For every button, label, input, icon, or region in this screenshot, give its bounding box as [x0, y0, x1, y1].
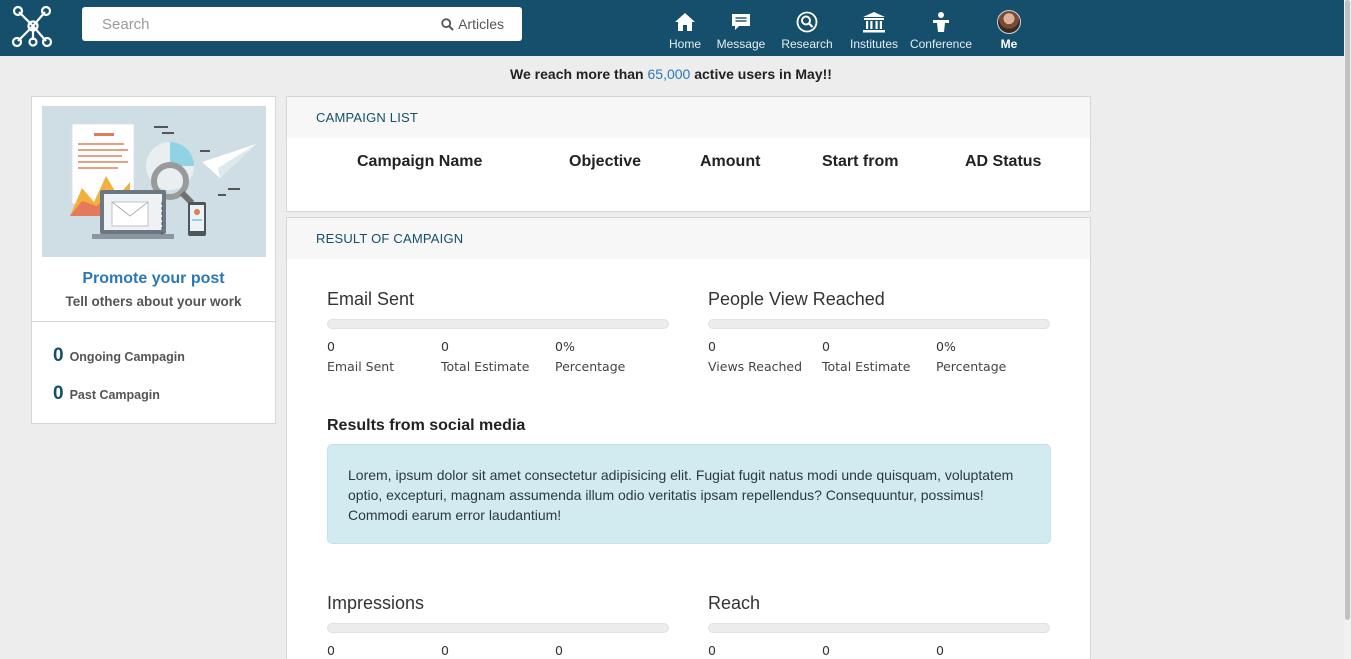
avatar: [997, 9, 1021, 34]
ongoing-campaign-count: 0: [53, 345, 64, 366]
col-objective: Objective: [569, 153, 642, 170]
message-icon: [732, 14, 750, 30]
email-sent-value: 0: [327, 339, 335, 354]
email-sent-title: Email Sent: [327, 289, 415, 309]
past-campaign-count: 0: [53, 383, 64, 404]
past-campaign-label: Past Campagin: [69, 388, 160, 402]
reach-title: Reach: [708, 593, 761, 613]
views-total-label: Total Estimate: [822, 359, 911, 374]
announcement-suffix: active users in May!!: [694, 66, 832, 82]
logo[interactable]: [10, 4, 56, 48]
marketing-illustration-icon: [42, 106, 266, 257]
card-divider: [32, 321, 275, 322]
email-percentage-value: 0%: [555, 339, 575, 354]
views-reached-value: 0: [708, 339, 716, 354]
reach-progress: [708, 623, 1050, 633]
impressions-value-1: 0: [327, 643, 335, 658]
col-amount: Amount: [700, 153, 761, 170]
impressions-progress: [327, 623, 669, 633]
impressions-value-2: 0: [441, 643, 449, 658]
reach-value-3: 0: [936, 643, 944, 658]
vertical-scrollbar[interactable]: [1344, 0, 1351, 659]
nav-message[interactable]: Message: [716, 0, 766, 56]
nav-conference-label: Conference: [909, 37, 973, 51]
scrollbar-thumb[interactable]: [1345, 0, 1350, 620]
nav-message-label: Message: [716, 37, 766, 51]
views-total-value: 0: [822, 339, 830, 354]
search-icon: [441, 17, 454, 31]
views-reached-progress: [708, 319, 1050, 329]
top-navbar: Articles Home Message Resea: [0, 0, 1351, 56]
search-box: Articles: [82, 7, 522, 41]
views-percentage-label: Percentage: [936, 359, 1007, 374]
views-percentage-value: 0%: [936, 339, 956, 354]
col-ad-status: AD Status: [965, 153, 1042, 170]
ongoing-campaign-stat[interactable]: 0 Ongoing Campagin: [53, 345, 185, 367]
nav-me[interactable]: Me: [994, 0, 1024, 56]
impressions-value-3: 0: [555, 643, 563, 658]
campaign-list-panel: CAMPAIGN LIST Campaign Name Objective Am…: [286, 96, 1091, 212]
email-percentage-label: Percentage: [555, 359, 626, 374]
past-campaign-stat[interactable]: 0 Past Campagin: [53, 383, 160, 405]
promote-post-link[interactable]: Promote your post: [32, 270, 275, 288]
nav-conference[interactable]: Conference: [909, 0, 973, 56]
campaign-results-panel: RESULT OF CAMPAIGN Email Sent 0 0 0% Ema…: [286, 217, 1091, 659]
nav-research[interactable]: Research: [781, 0, 833, 56]
results-heading: RESULT OF CAMPAIGN: [287, 218, 1090, 259]
impressions-title: Impressions: [327, 593, 425, 613]
reach-value-1: 0: [708, 643, 716, 658]
social-media-alert: Lorem, ipsum dolor sit amet consectetur …: [327, 444, 1051, 544]
nav-me-label: Me: [1000, 37, 1018, 51]
research-icon: [796, 11, 818, 33]
email-sent-progress: [327, 319, 669, 329]
email-sent-label: Email Sent: [327, 359, 395, 374]
institutes-icon: [863, 12, 885, 33]
nav-home-label: Home: [668, 37, 701, 51]
promotion-illustration: [42, 106, 266, 257]
views-reached-title: People View Reached: [708, 289, 885, 309]
email-total-value: 0: [441, 339, 449, 354]
social-media-title: Results from social media: [327, 417, 526, 434]
reach-value-2: 0: [822, 643, 830, 658]
ongoing-campaign-label: Ongoing Campagin: [69, 350, 185, 364]
search-articles-button[interactable]: Articles: [441, 7, 504, 41]
col-campaign-name: Campaign Name: [357, 153, 483, 170]
campaign-list-heading: CAMPAIGN LIST: [287, 97, 1090, 138]
nav-research-label: Research: [781, 37, 833, 51]
email-total-label: Total Estimate: [441, 359, 530, 374]
announcement-prefix: We reach more than: [510, 66, 644, 82]
search-button-label: Articles: [458, 16, 504, 32]
promote-card: Promote your post Tell others about your…: [31, 96, 276, 424]
announcement-banner: We reach more than 65,000 active users i…: [0, 66, 1342, 82]
nav-institutes[interactable]: Institutes: [848, 0, 900, 56]
announcement-highlight: 65,000: [647, 66, 691, 82]
col-start-from: Start from: [822, 153, 899, 170]
nav-institutes-label: Institutes: [849, 37, 899, 51]
promote-subtitle: Tell others about your work: [65, 294, 242, 309]
views-reached-label: Views Reached: [708, 359, 803, 374]
search-input[interactable]: [102, 7, 432, 41]
nav-home[interactable]: Home: [667, 0, 703, 56]
home-icon: [675, 13, 695, 31]
conference-icon: [933, 12, 949, 32]
network-logo-icon: [11, 5, 53, 48]
